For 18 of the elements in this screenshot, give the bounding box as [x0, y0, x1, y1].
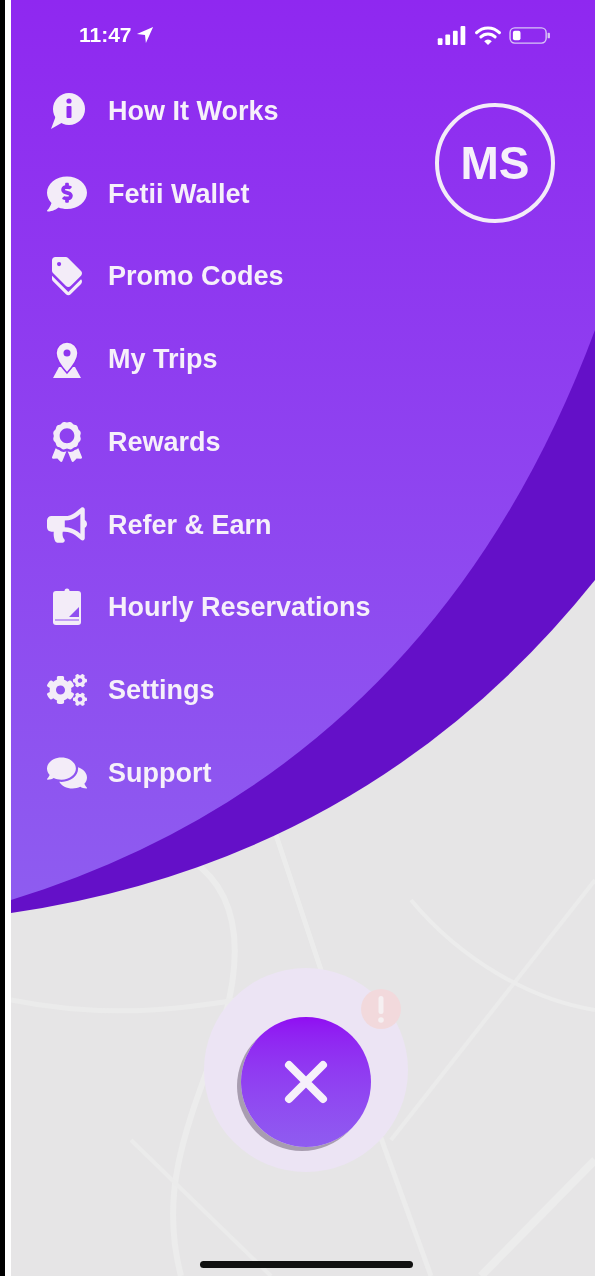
battery-icon	[509, 25, 551, 45]
profile-avatar[interactable]: MS	[435, 103, 555, 223]
close-icon	[284, 1060, 328, 1105]
wifi-icon	[475, 25, 501, 45]
megaphone-icon	[47, 504, 87, 545]
menu-item[interactable]: How It Works	[46, 70, 371, 153]
status-time: 11:47	[79, 22, 132, 49]
menu-item[interactable]: Fetii Wallet	[46, 152, 371, 236]
menu-item[interactable]: Rewards	[46, 400, 371, 484]
menu-item[interactable]: Hourly Reservations	[46, 566, 371, 649]
alert-icon	[361, 989, 401, 1030]
menu-item[interactable]: My Trips	[46, 318, 371, 401]
menu-item[interactable]: Promo Codes	[46, 235, 371, 319]
location-arrow-icon	[135, 26, 154, 44]
menu-item[interactable]: Support	[46, 731, 371, 815]
signal-icon	[437, 25, 467, 45]
menu-item[interactable]: Refer & Earn	[46, 483, 371, 567]
menu-item[interactable]: Settings	[46, 648, 371, 732]
